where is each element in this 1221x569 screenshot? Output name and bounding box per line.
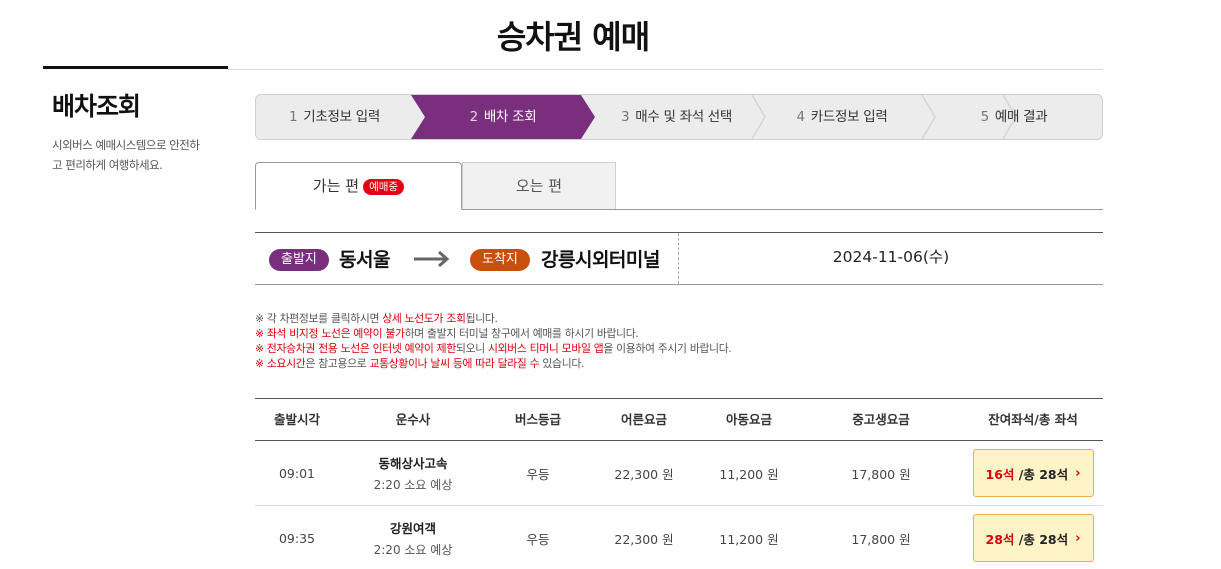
bus-grade: 우등 <box>526 531 550 547</box>
student-fare: 17,800 원 <box>851 531 911 547</box>
total-seats: /총 28석 <box>1018 466 1069 482</box>
step-label: 카드정보 입력 <box>810 109 888 125</box>
notice-text: 은 참고용으로 <box>305 357 370 370</box>
header-divider <box>228 69 1103 70</box>
table-row[interactable]: 09:01 동해상사고속 2:20 소요 예상 우등 22,300 원 11,2… <box>255 441 1103 506</box>
route-endpoints: 출발지 동서울 도착지 강릉시외터미널 <box>255 233 679 284</box>
booking-status-badge: 예매중 <box>363 179 405 195</box>
col-seats: 잔여좌석/총 좌석 <box>988 412 1078 427</box>
arrival-badge: 도착지 <box>470 249 530 271</box>
select-seat-button[interactable]: 16석 /총 28석 › <box>972 449 1094 497</box>
step-label: 기초정보 입력 <box>303 109 380 125</box>
notice-highlight: 시외버스 티머니 모바일 앱 <box>487 342 604 355</box>
progress-steps: 1 기초정보 입력 2 배차 조회 3 매수 및 좌석 선택 4 카드정보 입력 5 예매… <box>255 94 1103 140</box>
notice-item: ※ 각 차편정보를 클릭하시면 상세 노선도가 조회됩니다. <box>255 311 1103 326</box>
select-seat-button[interactable]: 28석 /총 28석 › <box>972 514 1094 562</box>
step-label: 매수 및 좌석 선택 <box>635 109 733 125</box>
step-number: 4 <box>796 109 805 125</box>
notice-highlight: 전자승차권 전용 노선은 인터넷 예약이 제한 <box>266 342 456 355</box>
travel-duration: 2:20 소요 예상 <box>373 543 453 557</box>
col-company: 운수사 <box>395 412 431 427</box>
tab-return-label: 오는 편 <box>515 177 563 195</box>
company-name: 강원여객 <box>389 521 436 536</box>
step-label: 예매 결과 <box>994 109 1048 125</box>
sidebar: 배차조회 시외버스 예매시스템으로 안전하 고 편리하게 여행하세요. <box>43 66 228 175</box>
sidebar-desc-line1: 시외버스 예매시스템으로 안전하 <box>52 138 200 152</box>
tab-outbound[interactable]: 가는 편 예매중 <box>255 162 462 210</box>
seats-cell: 16석 /총 28석 › <box>963 441 1103 505</box>
col-departure-time: 출발시각 <box>273 412 320 427</box>
notice-text: ※ <box>255 342 267 355</box>
student-fare: 17,800 원 <box>851 466 911 482</box>
step-number: 5 <box>980 109 990 125</box>
step-result: 5 예매 결과 <box>926 95 1102 139</box>
departure-time: 09:35 <box>278 530 316 546</box>
route-summary: 출발지 동서울 도착지 강릉시외터미널 2024-11-06(수) <box>255 232 1103 285</box>
departure-badge: 출발지 <box>269 249 329 271</box>
notice-highlight: 교통상황이나 날씨 등에 따라 달라질 수 <box>369 357 540 370</box>
step-bus-lookup: 2 배차 조회 <box>411 95 595 139</box>
direction-tabs: 가는 편 예매중 오는 편 <box>255 162 1103 210</box>
table-row[interactable]: 09:35 강원여객 2:20 소요 예상 우등 22,300 원 11,200… <box>255 506 1103 569</box>
step-seat-select: 3 매수 및 좌석 선택 <box>595 95 758 139</box>
col-bus-grade: 버스등급 <box>514 412 561 427</box>
notice-highlight: 상세 노선도가 조회 <box>382 312 466 325</box>
remaining-seats: 16석 <box>985 466 1015 482</box>
company-cell[interactable]: 강원여객 2:20 소요 예상 <box>339 506 487 569</box>
step-number: 2 <box>469 109 478 125</box>
table-header: 출발시각 운수사 버스등급 어른요금 아동요금 중고생요금 잔여좌석/총 좌석 <box>255 398 1103 441</box>
step-number: 1 <box>288 109 298 125</box>
notice-text: ※ <box>255 327 267 340</box>
tab-outbound-label: 가는 편 <box>312 177 360 195</box>
sidebar-description: 시외버스 예매시스템으로 안전하 고 편리하게 여행하세요. <box>52 135 228 175</box>
remaining-seats: 28석 <box>985 531 1015 547</box>
departure-place: 동서울 <box>339 249 390 271</box>
step-label: 배차 조회 <box>483 109 537 125</box>
seats-cell: 28석 /총 28석 › <box>963 506 1103 569</box>
col-child-fare: 아동요금 <box>725 412 772 427</box>
total-seats: /총 28석 <box>1018 531 1069 547</box>
notice-highlight: 좌석 비지정 노선은 예약이 불가 <box>266 327 405 340</box>
adult-fare: 22,300 원 <box>614 466 674 482</box>
arrival-place: 강릉시외터미널 <box>541 249 660 271</box>
step-card-info: 4 카드정보 입력 <box>758 95 926 139</box>
sidebar-top-bar <box>43 66 228 69</box>
child-fare: 11,200 원 <box>719 531 779 547</box>
step-basic-info: 1 기초정보 입력 <box>256 95 413 139</box>
col-adult-fare: 어른요금 <box>620 412 667 427</box>
notice-text: ※ <box>255 357 267 370</box>
notice-text: 을 이용하여 주시기 바랍니다. <box>603 342 732 355</box>
sidebar-title: 배차조회 <box>52 92 141 121</box>
schedule-table: 출발시각 운수사 버스등급 어른요금 아동요금 중고생요금 잔여좌석/총 좌석 … <box>255 398 1103 569</box>
bus-grade: 우등 <box>526 466 550 482</box>
notice-text: 하며 출발지 터미널 창구에서 예매를 하시기 바랍니다. <box>404 327 639 340</box>
step-number: 3 <box>620 109 630 125</box>
notice-item: ※ 소요시간은 참고용으로 교통상황이나 날씨 등에 따라 달라질 수 있습니다… <box>255 356 1103 371</box>
departure-time: 09:01 <box>278 465 316 481</box>
chevron-right-icon: › <box>1075 465 1081 481</box>
arrow-right-icon <box>414 250 450 268</box>
notice-text: 있습니다. <box>539 357 585 370</box>
notice-text: 됩니다. <box>465 312 498 325</box>
page-title: 승차권 예매 <box>496 18 650 56</box>
notice-highlight: 소요시간 <box>266 357 306 370</box>
chevron-right-icon: › <box>1075 530 1081 546</box>
notice-text: 되오니 <box>455 342 488 355</box>
child-fare: 11,200 원 <box>719 466 779 482</box>
company-name: 동해상사고속 <box>378 456 448 471</box>
notice-item: ※ 좌석 비지정 노선은 예약이 불가하며 출발지 터미널 창구에서 예매를 하… <box>255 326 1103 341</box>
col-student-fare: 중고생요금 <box>852 412 910 427</box>
sidebar-desc-line2: 고 편리하게 여행하세요. <box>52 158 163 172</box>
tab-return[interactable]: 오는 편 <box>462 162 616 209</box>
notice-item: ※ 전자승차권 전용 노선은 인터넷 예약이 제한되오니 시외버스 티머니 모바… <box>255 341 1103 356</box>
company-cell[interactable]: 동해상사고속 2:20 소요 예상 <box>339 441 487 505</box>
notice-list: ※ 각 차편정보를 클릭하시면 상세 노선도가 조회됩니다. ※ 좌석 비지정 … <box>255 311 1103 371</box>
notice-text: ※ 각 차편정보를 클릭하시면 <box>255 312 383 325</box>
adult-fare: 22,300 원 <box>614 531 674 547</box>
travel-date: 2024-11-06(수) <box>832 248 950 266</box>
travel-duration: 2:20 소요 예상 <box>373 478 453 492</box>
